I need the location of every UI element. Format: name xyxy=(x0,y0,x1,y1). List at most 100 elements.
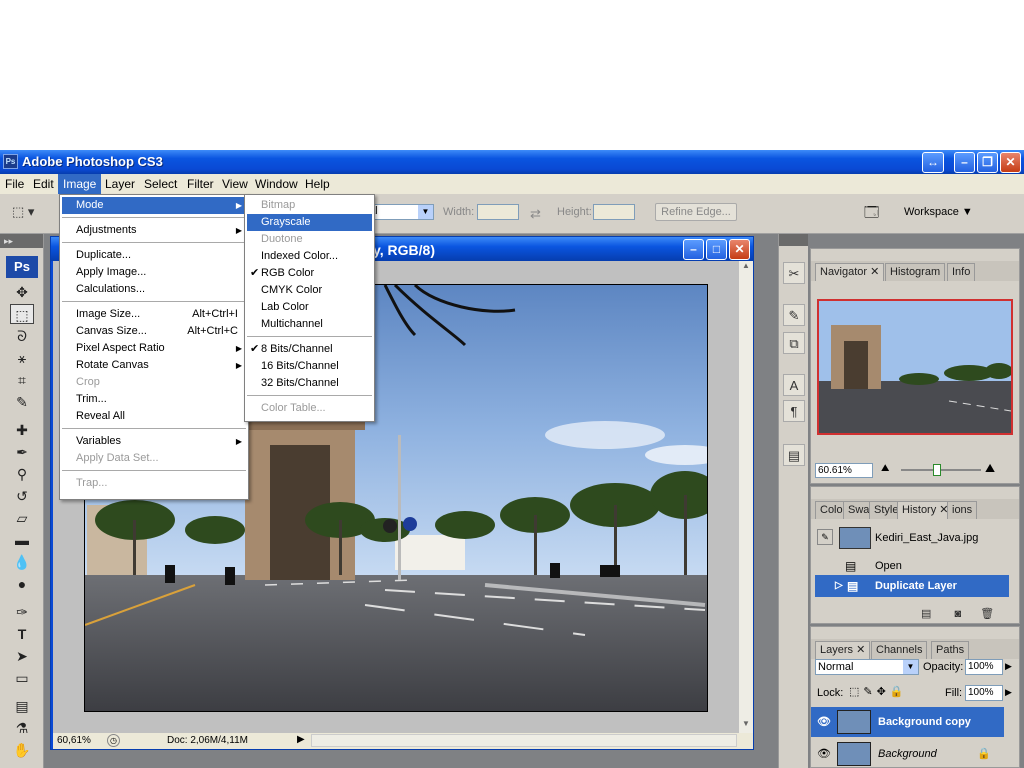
hand-tool-icon[interactable]: ✋ xyxy=(10,740,34,760)
shape-tool-icon[interactable]: ▭ xyxy=(10,668,34,688)
mode-item-8-bits-channel[interactable]: ✔ 8 Bits/Channel xyxy=(247,341,372,358)
menu-item-trim[interactable]: Trim... xyxy=(62,391,246,408)
zoom-slider-thumb[interactable] xyxy=(933,464,941,476)
menu-item-canvas-size[interactable]: Canvas Size... Alt+Ctrl+C xyxy=(62,323,246,340)
notes-tool-icon[interactable]: ▤ xyxy=(10,696,34,716)
mode-item-16-bits-channel[interactable]: 16 Bits/Channel xyxy=(247,358,372,375)
menu-item-pixel-aspect-ratio[interactable]: Pixel Aspect Ratio ▶ xyxy=(62,340,246,357)
status-info-icon[interactable]: ◷ xyxy=(107,734,120,747)
menu-window[interactable]: Window xyxy=(250,174,303,194)
mode-item-grayscale[interactable]: Grayscale xyxy=(247,214,372,231)
path-selection-icon[interactable]: ➤ xyxy=(10,646,34,666)
mode-item-indexed-color[interactable]: Indexed Color... xyxy=(247,248,372,265)
menu-item-reveal-all[interactable]: Reveal All xyxy=(62,408,246,425)
bridge-icon[interactable]: 🗔 xyxy=(864,202,888,224)
zoom-out-icon[interactable]: ⛰ xyxy=(881,463,889,474)
blur-tool-icon[interactable]: 💧 xyxy=(10,552,34,572)
layer-background[interactable]: 👁 Background 🔒 xyxy=(811,739,1004,768)
paragraph-icon[interactable]: ¶ xyxy=(783,400,805,422)
width-input[interactable] xyxy=(477,204,519,220)
height-input[interactable] xyxy=(593,204,635,220)
menu-item-rotate-canvas[interactable]: Rotate Canvas ▶ xyxy=(62,357,246,374)
menu-item-image-size[interactable]: Image Size... Alt+Ctrl+I xyxy=(62,306,246,323)
menu-item-duplicate[interactable]: Duplicate... xyxy=(62,247,246,264)
trash-icon[interactable]: 🗑 xyxy=(980,608,994,620)
tab-info[interactable]: Info xyxy=(947,263,976,281)
mode-item-lab-color[interactable]: Lab Color xyxy=(247,299,372,316)
navigator-thumbnail[interactable] xyxy=(817,299,1013,435)
crop-tool-icon[interactable]: ⌗ xyxy=(10,370,34,390)
refine-edge-button[interactable]: Refine Edge... xyxy=(655,203,737,221)
switch-icon[interactable]: ↔ xyxy=(922,152,944,173)
mode-item-32-bits-channel[interactable]: 32 Bits/Channel xyxy=(247,375,372,392)
restore-button[interactable]: ❐ xyxy=(977,152,998,173)
menu-edit[interactable]: Edit xyxy=(28,174,59,194)
menu-filter[interactable]: Filter xyxy=(182,174,219,194)
toolbox-grip[interactable]: ▸▸ xyxy=(0,234,43,248)
zoom-slider[interactable] xyxy=(901,464,981,476)
style-select[interactable]: al ▼ xyxy=(366,204,434,220)
doc-minimize-button[interactable]: – xyxy=(683,239,704,260)
opacity-input[interactable]: 100% xyxy=(965,659,1003,675)
new-snapshot-icon[interactable]: ◙ xyxy=(954,608,961,620)
new-document-icon[interactable]: ▤ xyxy=(921,608,931,620)
opacity-arrow-icon[interactable]: ▶ xyxy=(1005,661,1012,672)
gradient-tool-icon[interactable]: ▬ xyxy=(10,530,34,550)
tab-actions[interactable]: ions xyxy=(947,501,978,519)
tab-histogram[interactable]: Histogram xyxy=(885,263,946,281)
slice-tool-icon[interactable]: ✎ xyxy=(10,392,34,412)
dodge-tool-icon[interactable]: ● xyxy=(10,574,34,594)
history-brush-icon[interactable]: ↺ xyxy=(10,486,34,506)
fill-arrow-icon[interactable]: ▶ xyxy=(1005,687,1012,698)
vertical-scrollbar[interactable]: ▲ ▼ xyxy=(739,261,753,733)
menu-select[interactable]: Select xyxy=(139,174,182,194)
navigator-zoom-input[interactable]: 60.61% xyxy=(815,463,873,478)
character-icon[interactable]: A xyxy=(783,374,805,396)
zoom-level[interactable]: 60,61% xyxy=(57,735,91,746)
zoom-in-icon[interactable]: ⛰ xyxy=(985,461,995,476)
snapshot-brush-icon[interactable]: ✎ xyxy=(817,529,833,545)
clone-source-icon[interactable]: ⧉ xyxy=(783,332,805,354)
dock-grip[interactable] xyxy=(779,234,808,246)
menu-image[interactable]: Image xyxy=(58,174,102,194)
doc-close-button[interactable]: ✕ xyxy=(729,239,750,260)
clone-stamp-icon[interactable]: ⚲ xyxy=(10,464,34,484)
brush-tool-icon[interactable]: ✒ xyxy=(10,442,34,462)
marquee-tool-icon[interactable]: ⬚ xyxy=(10,304,34,324)
eyedropper-tool-icon[interactable]: ⚗ xyxy=(10,718,34,738)
tab-paths[interactable]: Paths xyxy=(931,641,970,659)
tab-channels[interactable]: Channels xyxy=(871,641,928,659)
swap-icon[interactable]: ⇄ xyxy=(530,206,541,222)
eye-icon[interactable]: 👁 xyxy=(817,739,831,768)
magic-wand-icon[interactable]: ⚹ xyxy=(10,348,34,368)
close-button[interactable]: ✕ xyxy=(1000,152,1021,173)
menu-view[interactable]: View xyxy=(217,174,253,194)
tab-history[interactable]: History ✕ xyxy=(897,501,954,519)
eraser-tool-icon[interactable]: ▱ xyxy=(10,508,34,528)
menu-item-mode[interactable]: Mode ▶ xyxy=(62,197,246,214)
brushes-icon[interactable]: ✎ xyxy=(783,304,805,326)
minimize-button[interactable]: – xyxy=(954,152,975,173)
tool-presets-icon[interactable]: ✂ xyxy=(783,262,805,284)
pen-tool-icon[interactable]: ✑ xyxy=(10,602,34,622)
workspace-button[interactable]: Workspace ▼ xyxy=(904,206,973,218)
menu-help[interactable]: Help xyxy=(300,174,335,194)
fill-input[interactable]: 100% xyxy=(965,685,1003,701)
menu-item-calculations[interactable]: Calculations... xyxy=(62,281,246,298)
layer-comps-icon[interactable]: ▤ xyxy=(783,444,805,466)
type-tool-icon[interactable]: T xyxy=(10,624,34,644)
tab-layers[interactable]: Layers ✕ xyxy=(815,641,871,659)
menu-item-variables[interactable]: Variables ▶ xyxy=(62,433,246,450)
blend-mode-select[interactable]: Normal ▼ xyxy=(815,659,919,675)
mode-item-cmyk-color[interactable]: CMYK Color xyxy=(247,282,372,299)
lasso-tool-icon[interactable]: ᘐ xyxy=(10,326,34,346)
horizontal-scrollbar[interactable] xyxy=(311,734,737,747)
menu-item-apply-image[interactable]: Apply Image... xyxy=(62,264,246,281)
history-snapshot[interactable]: ✎ Kediri_East_Java.jpg xyxy=(815,525,1009,551)
mode-item-rgb-color[interactable]: ✔ RGB Color xyxy=(247,265,372,282)
healing-brush-icon[interactable]: ✚ xyxy=(10,420,34,440)
mode-item-multichannel[interactable]: Multichannel xyxy=(247,316,372,333)
menu-file[interactable]: File xyxy=(0,174,29,194)
history-item-open[interactable]: ▤ Open xyxy=(815,555,1009,577)
eye-icon[interactable]: 👁 xyxy=(817,707,831,737)
